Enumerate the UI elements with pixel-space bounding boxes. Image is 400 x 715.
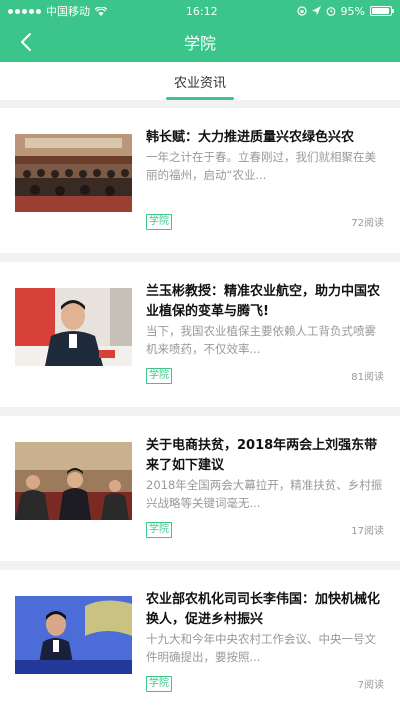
category-badge: 学院 [146, 676, 172, 692]
battery-percent: 95% [340, 4, 365, 18]
article-card[interactable]: 韩长赋：大力推进质量兴农绿色兴农 一年之计在于春。立春刚过，我们就相聚在美丽的福… [0, 108, 400, 253]
category-badge: 学院 [146, 214, 172, 230]
read-count: 17阅读 [351, 526, 384, 537]
tab-bar: 农业资讯 [0, 62, 400, 100]
read-count: 7阅读 [357, 680, 384, 691]
article-list: 韩长赋：大力推进质量兴农绿色兴农 一年之计在于春。立春刚过，我们就相聚在美丽的福… [0, 108, 400, 715]
tab-label: 农业资讯 [173, 75, 226, 91]
article-title: 兰玉彬教授：精准农业航空，助力中国农业植保的变革与腾飞! [146, 284, 381, 319]
article-card[interactable]: 农业部农机化司司长李伟国：加快机械化换人，促进乡村振兴 十九大和今年中央农村工作… [0, 570, 400, 715]
status-bar: 中国移动 16:12 95% [0, 0, 400, 22]
tab-agriculture-news[interactable]: 农业资讯 [165, 62, 234, 100]
nav-bar: 学院 [0, 22, 400, 62]
status-time: 16:12 [185, 4, 218, 18]
wifi-icon [95, 6, 107, 16]
article-title: 农业部农机化司司长李伟国：加快机械化换人，促进乡村振兴 [146, 592, 381, 627]
back-arrow-icon [21, 33, 31, 51]
article-thumbnail [15, 442, 132, 520]
article-card[interactable]: 兰玉彬教授：精准农业航空，助力中国农业植保的变革与腾飞! 当下，我国农业植保主要… [0, 262, 400, 407]
location-icon [311, 6, 321, 15]
article-title: 关于电商扶贫，2018年两会上刘强东带来了如下建议 [146, 438, 378, 473]
signal-strength-icon [8, 8, 41, 14]
alarm-icon [326, 7, 335, 16]
article-summary: 当下，我国农业植保主要依赖人工背负式喷雾机来喷药，不仅效率... [146, 324, 376, 356]
status-right: 95% [296, 4, 394, 18]
carrier-label: 中国移动 [46, 5, 90, 18]
screen-lock-icon [296, 6, 307, 16]
read-count: 72阅读 [351, 218, 384, 229]
battery-icon [370, 6, 394, 16]
article-summary: 一年之计在于春。立春刚过，我们就相聚在美丽的福州，启动“农业... [146, 150, 376, 182]
article-thumbnail [15, 134, 132, 212]
article-summary: 2018年全国两会大幕拉开，精准扶贫、乡村振兴战略等关键词毫无... [146, 478, 383, 510]
article-title: 韩长赋：大力推进质量兴农绿色兴农 [146, 130, 355, 145]
article-summary: 十九大和今年中央农村工作会议、中央一号文件明确提出，要按照... [146, 632, 376, 664]
article-card[interactable]: 关于电商扶贫，2018年两会上刘强东带来了如下建议 2018年全国两会大幕拉开，… [0, 416, 400, 561]
tab-active-indicator [165, 97, 234, 100]
status-left: 中国移动 [8, 3, 107, 19]
back-button[interactable] [8, 22, 44, 62]
article-thumbnail [15, 596, 132, 674]
read-count: 81阅读 [351, 372, 384, 383]
category-badge: 学院 [146, 522, 172, 538]
category-badge: 学院 [146, 368, 172, 384]
page-title: 学院 [183, 34, 216, 53]
article-thumbnail [15, 288, 132, 366]
